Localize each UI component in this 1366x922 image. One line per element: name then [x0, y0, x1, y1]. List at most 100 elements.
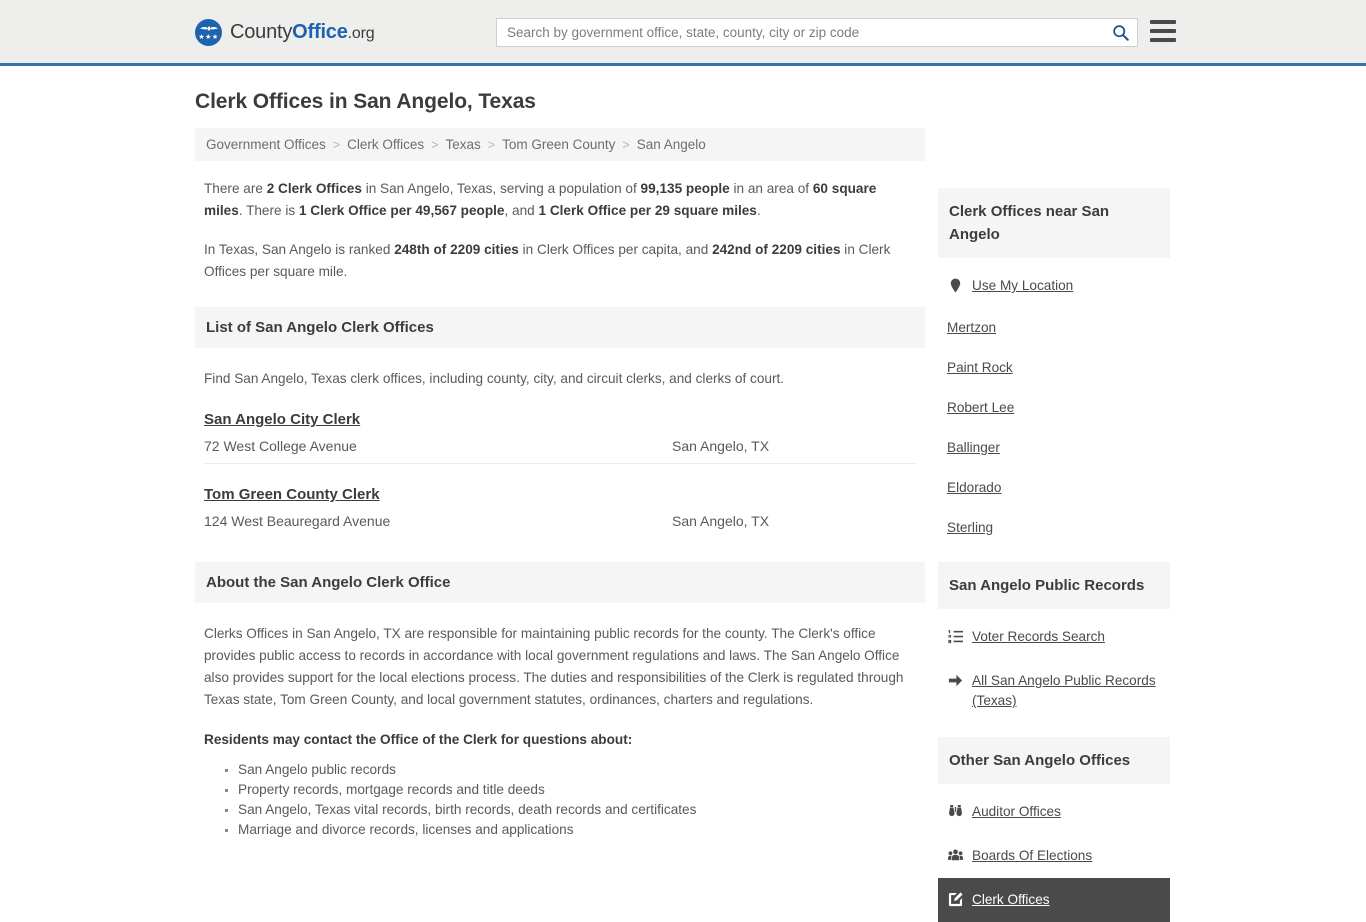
search-button[interactable] — [1103, 19, 1137, 46]
intro-text-run: in an area of — [729, 181, 813, 196]
sidebar-records-link[interactable]: All San Angelo Public Records (Texas) — [972, 671, 1170, 711]
people-group-icon — [947, 847, 963, 863]
breadcrumb-item-texas[interactable]: Texas — [445, 137, 480, 152]
about-bullet-list: San Angelo public recordsProperty record… — [204, 760, 916, 840]
intro-text-run: in San Angelo, Texas, serving a populati… — [361, 181, 641, 196]
office-city-state: San Angelo, TX — [672, 513, 770, 529]
intro-text-run: In Texas, San Angelo is ranked — [204, 242, 395, 257]
breadcrumb: Government Offices > Clerk Offices > Texas > T… — [195, 128, 925, 161]
search-input[interactable] — [497, 19, 1103, 46]
sidebar-other-office-link[interactable]: Boards Of Elections — [972, 846, 1092, 866]
arrow-right-icon — [948, 674, 962, 686]
map-pin-icon — [947, 277, 963, 293]
breadcrumb-item-tom-green-county[interactable]: Tom Green County — [502, 137, 615, 152]
intro-highlight: 2 Clerk Offices — [266, 181, 362, 196]
sidebar-nearby-link[interactable]: Mertzon — [947, 318, 996, 338]
eagle-wings-icon — [199, 26, 218, 31]
office-street-address: 124 West Beauregard Avenue — [204, 513, 391, 529]
intro-highlight: 1 Clerk Office per 29 square miles — [538, 203, 757, 218]
sidebar-nearby-item[interactable]: Sterling — [947, 508, 1170, 548]
about-section-body: Clerks Offices in San Angelo, TX are res… — [195, 623, 925, 840]
brand-part-county: County — [230, 21, 293, 43]
list-section-heading: List of San Angelo Clerk Offices — [195, 307, 925, 348]
breadcrumb-separator: > — [622, 137, 630, 152]
office-address-row: 72 West College Avenue San Angelo, TX — [204, 438, 916, 454]
breadcrumb-item-clerk-offices[interactable]: Clerk Offices — [347, 137, 424, 152]
sidebar-nearby-list: Use My Location Mertzon Paint Rock Robert L… — [938, 258, 1170, 548]
office-city-state: San Angelo, TX — [672, 438, 770, 454]
intro-highlight: 242nd of 2209 cities — [712, 242, 841, 257]
edit-square-icon — [947, 891, 963, 907]
sidebar-other-office-item[interactable]: Boards Of Elections — [947, 834, 1170, 878]
intro-highlight: 248th of 2209 cities — [394, 242, 519, 257]
intro-text-run: . There is — [238, 203, 299, 218]
map-pin-icon — [950, 278, 960, 292]
menu-bar-3 — [1150, 38, 1176, 42]
sidebar-nearby-heading: Clerk Offices near San Angelo — [938, 188, 1170, 258]
binoculars-icon — [948, 804, 962, 816]
sidebar-nearby-link[interactable]: Sterling — [947, 518, 993, 538]
sidebar-nearby-item[interactable]: Robert Lee — [947, 388, 1170, 428]
brand-part-tld: .org — [347, 25, 375, 42]
breadcrumb-item-government-offices[interactable]: Government Offices — [206, 137, 326, 152]
about-bullet-item: San Angelo, Texas vital records, birth r… — [238, 800, 916, 820]
page-title: Clerk Offices in San Angelo, Texas — [195, 90, 536, 113]
office-name-link[interactable]: Tom Green County Clerk — [204, 486, 380, 503]
sidebar-nearby-item[interactable]: Ballinger — [947, 428, 1170, 468]
arrow-right-icon — [947, 672, 963, 688]
sidebar-nearby-link[interactable]: Eldorado — [947, 478, 1001, 498]
sidebar-nearby-item[interactable]: Use My Location — [947, 258, 1170, 308]
sidebar-other-office-item[interactable]: Clerk Offices — [938, 878, 1170, 922]
sidebar: Clerk Offices near San Angelo Use My Loc… — [938, 188, 1170, 922]
sidebar-records-heading: San Angelo Public Records — [938, 562, 1170, 609]
sidebar-other-offices-list: Auditor Offices Boards Of Elections Clerk … — [938, 784, 1170, 922]
sidebar-other-office-item[interactable]: Auditor Offices — [947, 784, 1170, 834]
three-stars-icon: ★★★ — [198, 34, 219, 41]
sidebar-nearby-link[interactable]: Use My Location — [972, 276, 1073, 296]
office-name-link[interactable]: San Angelo City Clerk — [204, 411, 360, 428]
intro-text: There are 2 Clerk Offices in San Angelo,… — [195, 178, 925, 283]
main-content: Clerk Offices in San Angelo, Texas Gover… — [195, 90, 925, 840]
ordered-list-icon — [947, 629, 963, 643]
list-section-lead: Find San Angelo, Texas clerk offices, in… — [204, 371, 785, 386]
office-list: San Angelo City Clerk 72 West College Ave… — [204, 389, 916, 538]
sidebar-records-item[interactable]: Voter Records Search — [947, 609, 1170, 659]
menu-bar-1 — [1150, 20, 1176, 24]
sidebar-nearby-link[interactable]: Robert Lee — [947, 398, 1014, 418]
list-section-body: Find San Angelo, Texas clerk offices, in… — [195, 368, 925, 538]
sidebar-records-list: Voter Records Search All San Angelo Publi… — [938, 609, 1170, 723]
sidebar-other-offices-heading: Other San Angelo Offices — [938, 737, 1170, 784]
about-bullet-item: Marriage and divorce records, licenses a… — [238, 820, 916, 840]
breadcrumb-separator: > — [487, 137, 496, 152]
brand-wordmark: CountyOffice.org — [230, 21, 375, 44]
sidebar-nearby-item[interactable]: Paint Rock — [947, 348, 1170, 388]
intro-text-run: . — [756, 203, 761, 218]
sidebar-nearby-link[interactable]: Ballinger — [947, 438, 1000, 458]
about-paragraph: Clerks Offices in San Angelo, TX are res… — [204, 626, 904, 707]
about-bullet-item: San Angelo public records — [238, 760, 916, 780]
office-entry: Tom Green County Clerk 124 West Beauregar… — [204, 463, 916, 538]
intro-paragraph-1: There are 2 Clerk Offices in San Angelo,… — [204, 178, 916, 222]
breadcrumb-item-san-angelo: San Angelo — [636, 137, 706, 152]
office-address-row: 124 West Beauregard Avenue San Angelo, TX — [204, 513, 916, 529]
office-entry: San Angelo City Clerk 72 West College Ave… — [204, 389, 916, 463]
site-logo[interactable]: ★★★ CountyOffice.org — [195, 19, 375, 46]
menu-icon[interactable] — [1150, 20, 1176, 42]
search-bar[interactable] — [496, 18, 1138, 47]
sidebar-nearby-item[interactable]: Mertzon — [947, 308, 1170, 348]
sidebar-nearby-link[interactable]: Paint Rock — [947, 358, 1013, 378]
sidebar-other-office-link[interactable]: Auditor Offices — [972, 802, 1061, 822]
intro-text-run: in Clerk Offices per capita, and — [518, 242, 713, 257]
about-section-heading: About the San Angelo Clerk Office — [195, 562, 925, 603]
search-icon — [1112, 25, 1129, 41]
edit-square-icon — [948, 891, 963, 906]
intro-paragraph-2: In Texas, San Angelo is ranked 248th of … — [204, 239, 916, 283]
binoculars-icon — [947, 803, 963, 819]
sidebar-records-item[interactable]: All San Angelo Public Records (Texas) — [947, 659, 1170, 723]
ordered-list-icon — [947, 628, 963, 644]
sidebar-nearby-item[interactable]: Eldorado — [947, 468, 1170, 508]
sidebar-records-link[interactable]: Voter Records Search — [972, 627, 1105, 647]
sidebar-other-office-link[interactable]: Clerk Offices — [972, 890, 1050, 910]
about-bullet-item: Property records, mortgage records and t… — [238, 780, 916, 800]
